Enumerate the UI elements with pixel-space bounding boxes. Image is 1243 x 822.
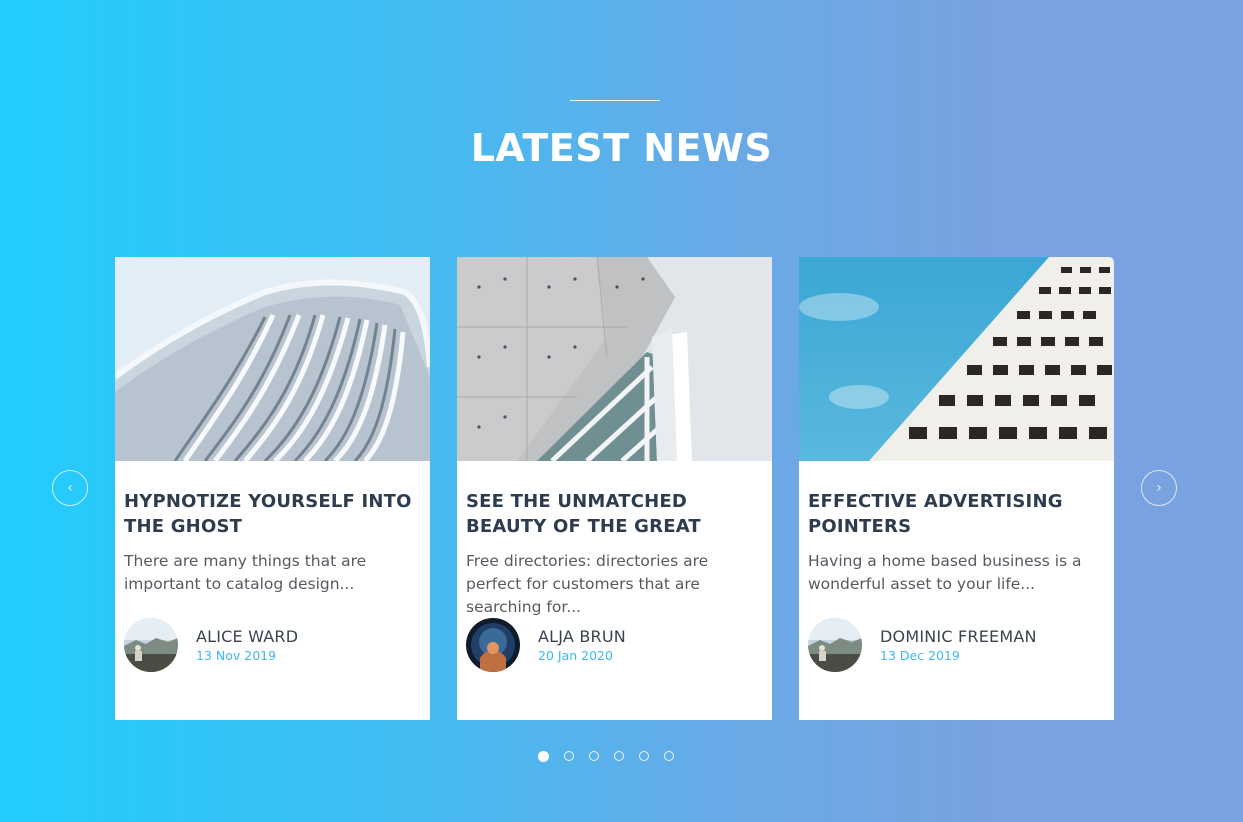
news-card-excerpt: There are many things that are important… bbox=[124, 552, 367, 593]
pagination-dot[interactable] bbox=[564, 751, 574, 761]
author-name: DOMINIC FREEMAN bbox=[880, 627, 1037, 646]
post-date: 13 Dec 2019 bbox=[880, 648, 960, 663]
news-card-image[interactable] bbox=[457, 257, 772, 461]
news-card-title[interactable]: EFFECTIVE ADVERTISING POINTERS bbox=[808, 489, 1108, 539]
section-title: LATEST NEWS bbox=[470, 126, 773, 170]
news-card-image[interactable] bbox=[799, 257, 1114, 461]
news-card[interactable]: HYPNOTIZE YOURSELF INTO THE GHOST There … bbox=[115, 257, 430, 720]
pagination-dot[interactable] bbox=[589, 751, 599, 761]
avatar bbox=[808, 618, 862, 672]
avatar bbox=[124, 618, 178, 672]
avatar bbox=[466, 618, 520, 672]
pagination-dot[interactable] bbox=[614, 751, 624, 761]
news-card[interactable]: EFFECTIVE ADVERTISING POINTERS Having a … bbox=[799, 257, 1114, 720]
author-name: ALICE WARD bbox=[196, 627, 299, 646]
pagination-dot[interactable] bbox=[538, 751, 549, 762]
author-name: ALJA BRUN bbox=[538, 627, 626, 646]
news-card-title[interactable]: HYPNOTIZE YOURSELF INTO THE GHOST bbox=[124, 489, 424, 539]
chevron-right-icon: › bbox=[1156, 480, 1162, 496]
news-card-excerpt: Having a home based business is a wonder… bbox=[808, 552, 1082, 593]
chevron-left-icon: ‹ bbox=[67, 480, 73, 496]
carousel-prev-button[interactable]: ‹ bbox=[52, 470, 88, 506]
news-card-image[interactable] bbox=[115, 257, 430, 461]
carousel-next-button[interactable]: › bbox=[1141, 470, 1177, 506]
news-card-title[interactable]: SEE THE UNMATCHED BEAUTY OF THE GREAT bbox=[466, 489, 766, 539]
pagination-dot[interactable] bbox=[664, 751, 674, 761]
title-divider bbox=[570, 100, 660, 101]
pagination-dot[interactable] bbox=[639, 751, 649, 761]
news-card-excerpt: Free directories: directories are perfec… bbox=[466, 552, 709, 616]
carousel-pagination bbox=[538, 751, 674, 762]
news-card[interactable]: SEE THE UNMATCHED BEAUTY OF THE GREAT Fr… bbox=[457, 257, 772, 720]
post-date: 20 Jan 2020 bbox=[538, 648, 613, 663]
post-date: 13 Nov 2019 bbox=[196, 648, 277, 663]
